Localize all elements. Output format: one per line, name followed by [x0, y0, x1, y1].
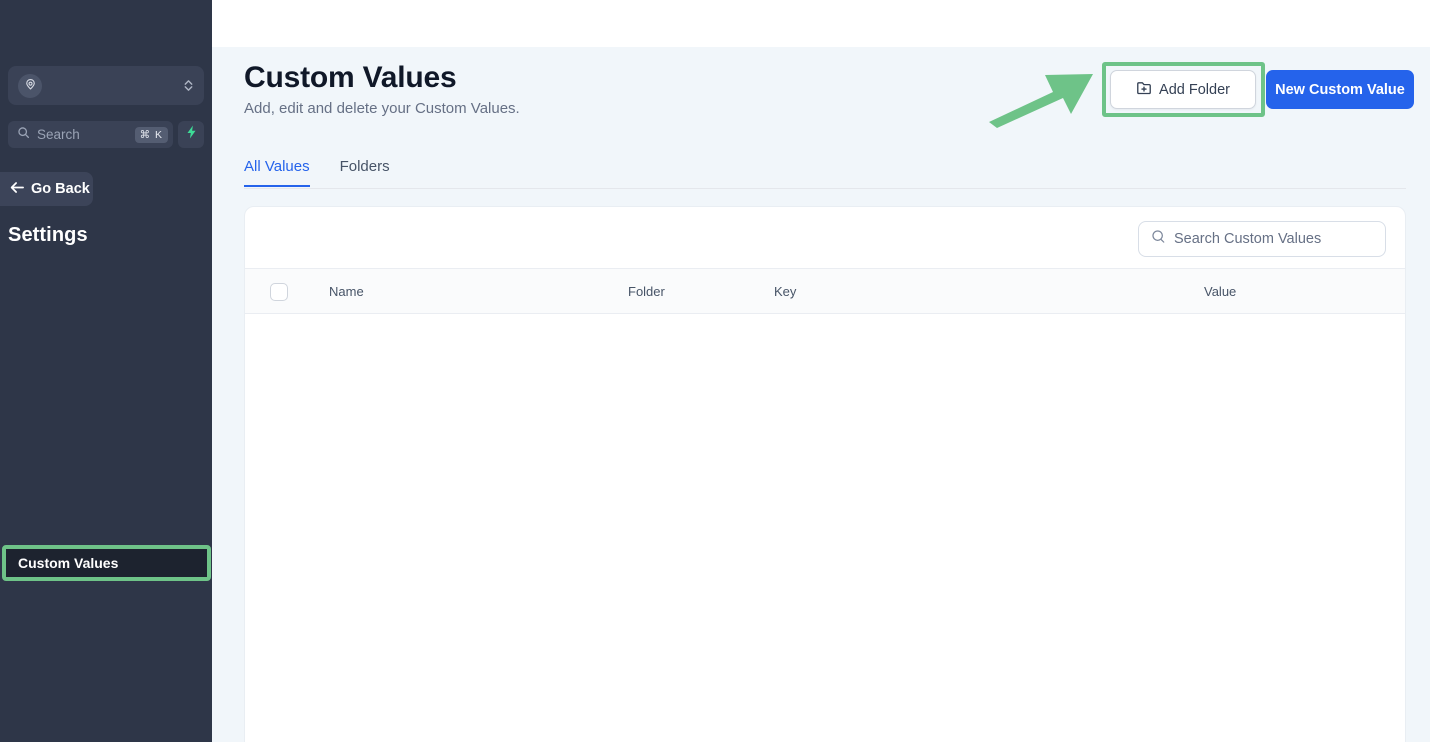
search-input[interactable]: Search ⌘ K	[8, 121, 173, 148]
search-shortcut-badge: ⌘ K	[134, 126, 168, 143]
go-back-label: Go Back	[31, 181, 90, 197]
go-back-button[interactable]: Go Back	[0, 172, 93, 206]
app-root: Search ⌘ K Go Back Settings Custom Value…	[0, 0, 1430, 742]
arrow-left-icon	[10, 181, 25, 198]
custom-values-card: Search Custom Values Name Folder Key Val…	[244, 206, 1406, 742]
card-toolbar: Search Custom Values	[245, 207, 1405, 268]
search-icon	[1151, 229, 1166, 249]
green-pointer-arrow-icon	[989, 74, 1093, 128]
sidebar: Search ⌘ K Go Back Settings Custom Value…	[0, 0, 212, 742]
column-header-value[interactable]: Value	[1204, 284, 1236, 299]
select-all-checkbox[interactable]	[270, 283, 288, 301]
folder-plus-icon	[1136, 80, 1152, 100]
lightning-bolt-icon	[185, 125, 198, 144]
tab-all-values-label: All Values	[244, 158, 310, 175]
add-folder-button[interactable]: Add Folder	[1110, 70, 1256, 109]
tab-folders-label: Folders	[339, 158, 390, 175]
column-header-folder[interactable]: Folder	[628, 284, 665, 299]
table-body-empty	[245, 314, 1405, 742]
table-header-row: Name Folder Key Value	[245, 268, 1405, 314]
sidebar-item-custom-values[interactable]: Custom Values	[2, 545, 211, 581]
add-folder-label: Add Folder	[1159, 81, 1230, 98]
page-subtitle: Add, edit and delete your Custom Values.	[244, 100, 520, 117]
top-bar	[212, 0, 1430, 47]
tab-folders[interactable]: Folders	[340, 158, 390, 186]
column-header-name[interactable]: Name	[329, 284, 364, 299]
org-switcher[interactable]	[8, 66, 204, 105]
sidebar-search-row: Search ⌘ K	[8, 121, 204, 148]
quick-action-button[interactable]	[178, 121, 204, 148]
search-custom-values-input[interactable]: Search Custom Values	[1138, 221, 1386, 257]
page-title: Custom Values	[244, 61, 457, 94]
sidebar-item-label: Custom Values	[18, 555, 119, 571]
new-custom-value-button[interactable]: New Custom Value	[1266, 70, 1414, 109]
user-location-avatar-icon	[18, 73, 42, 98]
sidebar-section-title: Settings	[8, 224, 88, 246]
tab-all-values[interactable]: All Values	[244, 158, 310, 187]
column-header-key[interactable]: Key	[774, 284, 796, 299]
search-custom-values-placeholder: Search Custom Values	[1174, 231, 1322, 247]
chevron-up-down-icon	[183, 78, 194, 93]
new-custom-value-label: New Custom Value	[1275, 81, 1405, 98]
search-icon	[17, 126, 30, 144]
tab-bar: All Values Folders	[244, 158, 1406, 189]
search-placeholder: Search	[37, 127, 80, 142]
